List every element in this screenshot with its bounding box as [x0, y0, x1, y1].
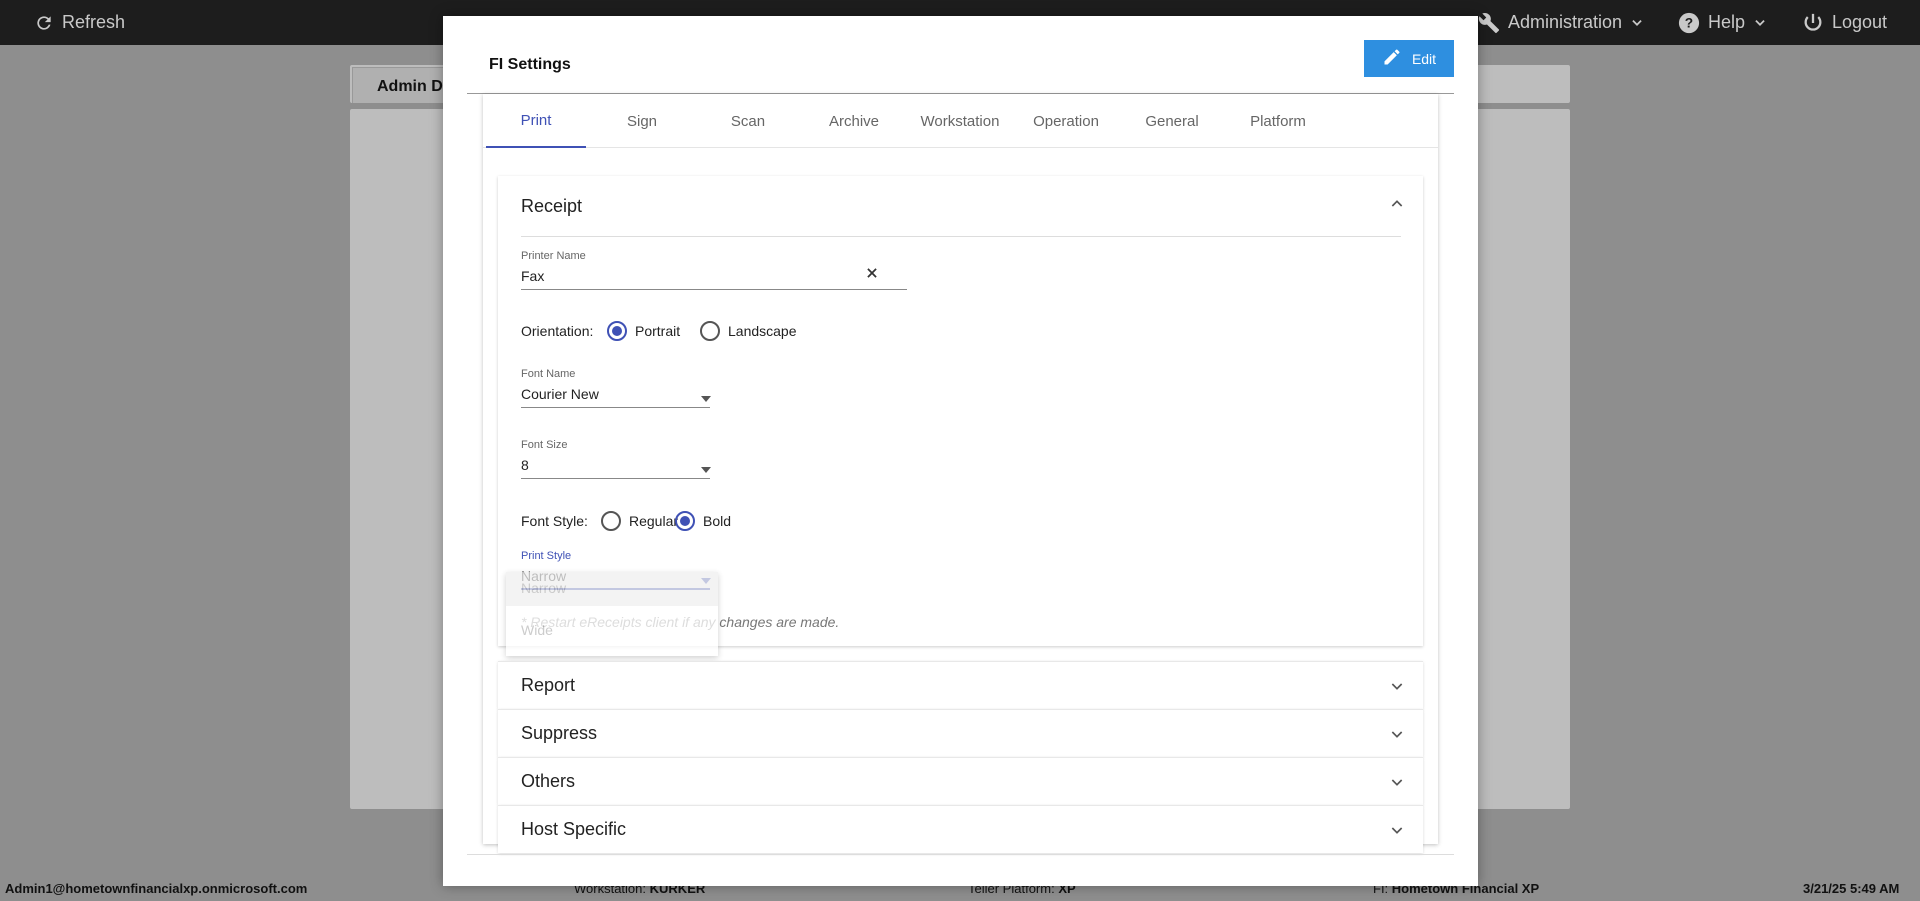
tab-sign[interactable]: Sign — [592, 94, 692, 148]
printer-name-underline — [521, 289, 907, 290]
host-specific-title: Host Specific — [521, 819, 627, 839]
tab-scan[interactable]: Scan — [698, 94, 798, 148]
suppress-title: Suppress — [521, 723, 598, 743]
portrait-radio[interactable] — [607, 321, 627, 341]
landscape-radio[interactable] — [700, 321, 720, 341]
help-label: Help — [1708, 12, 1746, 32]
bold-label: Bold — [703, 513, 732, 529]
settings-tabs: Print Sign Scan Archive Workstation Oper… — [483, 94, 1438, 148]
report-section[interactable]: Report — [498, 661, 1423, 709]
font-size-select[interactable]: 8 — [521, 457, 529, 473]
chevron-down-icon — [1630, 16, 1644, 30]
font-name-label: Font Name — [521, 368, 576, 380]
administration-menu[interactable]: Administration — [1478, 0, 1644, 45]
refresh-icon — [34, 13, 54, 33]
printer-name-field[interactable]: Fax — [521, 268, 544, 284]
report-title: Report — [521, 675, 576, 695]
dropdown-arrow-icon[interactable] — [700, 461, 712, 479]
dialog-footer-divider — [467, 854, 1454, 855]
chevron-down-icon — [1389, 774, 1405, 795]
suppress-section[interactable]: Suppress — [498, 709, 1423, 757]
landscape-label: Landscape — [728, 323, 797, 339]
settings-card: Print Sign Scan Archive Workstation Oper… — [483, 94, 1438, 853]
regular-label: Regular — [629, 513, 679, 529]
font-style-label: Font Style: — [521, 513, 588, 529]
tab-operation[interactable]: Operation — [1016, 94, 1116, 148]
tab-general[interactable]: General — [1122, 94, 1222, 148]
dropdown-option-narrow[interactable]: Narrow — [506, 572, 718, 606]
refresh-button[interactable]: Refresh — [34, 0, 125, 45]
refresh-label: Refresh — [62, 12, 126, 32]
administration-label: Administration — [1508, 12, 1623, 32]
chevron-down-icon — [1753, 16, 1767, 30]
receipt-header[interactable]: Receipt — [498, 176, 1423, 236]
print-style-dropdown: Narrow Wide — [506, 572, 718, 656]
font-size-underline — [521, 478, 710, 479]
dropdown-arrow-icon[interactable] — [700, 390, 712, 408]
print-style-label: Print Style — [521, 550, 572, 562]
portrait-label: Portrait — [635, 323, 681, 339]
chevron-down-icon — [1389, 678, 1405, 699]
host-specific-section[interactable]: Host Specific — [498, 805, 1423, 853]
orientation-label: Orientation: — [521, 323, 594, 339]
wrench-icon — [1478, 12, 1500, 34]
font-name-select[interactable]: Courier New — [521, 386, 599, 402]
tab-print[interactable]: Print — [486, 94, 586, 148]
clear-icon[interactable] — [865, 266, 879, 285]
svg-text:?: ? — [1685, 15, 1693, 30]
receipt-section: Receipt Printer Name Fax Orientation: Po… — [498, 176, 1423, 656]
tab-archive[interactable]: Archive — [804, 94, 904, 148]
font-name-underline — [521, 407, 710, 408]
others-title: Others — [521, 771, 576, 791]
dialog-header: FI Settings Edit — [467, 40, 1454, 94]
power-icon — [1802, 12, 1824, 34]
help-icon: ? — [1678, 12, 1700, 34]
dropdown-option-wide[interactable]: Wide — [506, 614, 718, 648]
edit-button[interactable]: Edit — [1364, 40, 1454, 77]
footer-user: Admin1@hometownfinancialxp.onmicrosoft.c… — [5, 881, 308, 896]
help-menu[interactable]: ? Help — [1678, 0, 1767, 45]
fi-settings-dialog: FI Settings Edit Print Sign Scan Archive… — [443, 16, 1478, 886]
logout-button[interactable]: Logout — [1802, 0, 1887, 45]
bold-radio[interactable] — [675, 511, 695, 531]
chevron-down-icon — [1389, 726, 1405, 747]
edit-label: Edit — [1411, 50, 1437, 67]
font-size-label: Font Size — [521, 439, 568, 451]
chevron-up-icon — [1389, 196, 1405, 217]
divider — [521, 236, 1401, 237]
logout-label: Logout — [1832, 12, 1888, 32]
pencil-icon — [1382, 47, 1402, 70]
printer-name-label: Printer Name — [521, 250, 586, 262]
others-section[interactable]: Others — [498, 757, 1423, 805]
regular-radio[interactable] — [601, 511, 621, 531]
footer-datetime: 3/21/25 5:49 AM — [1803, 881, 1900, 896]
receipt-title: Receipt — [521, 196, 583, 216]
dialog-title: FI Settings — [489, 56, 571, 73]
tab-workstation[interactable]: Workstation — [910, 94, 1010, 148]
chevron-down-icon — [1389, 822, 1405, 843]
tab-platform[interactable]: Platform — [1228, 94, 1328, 148]
